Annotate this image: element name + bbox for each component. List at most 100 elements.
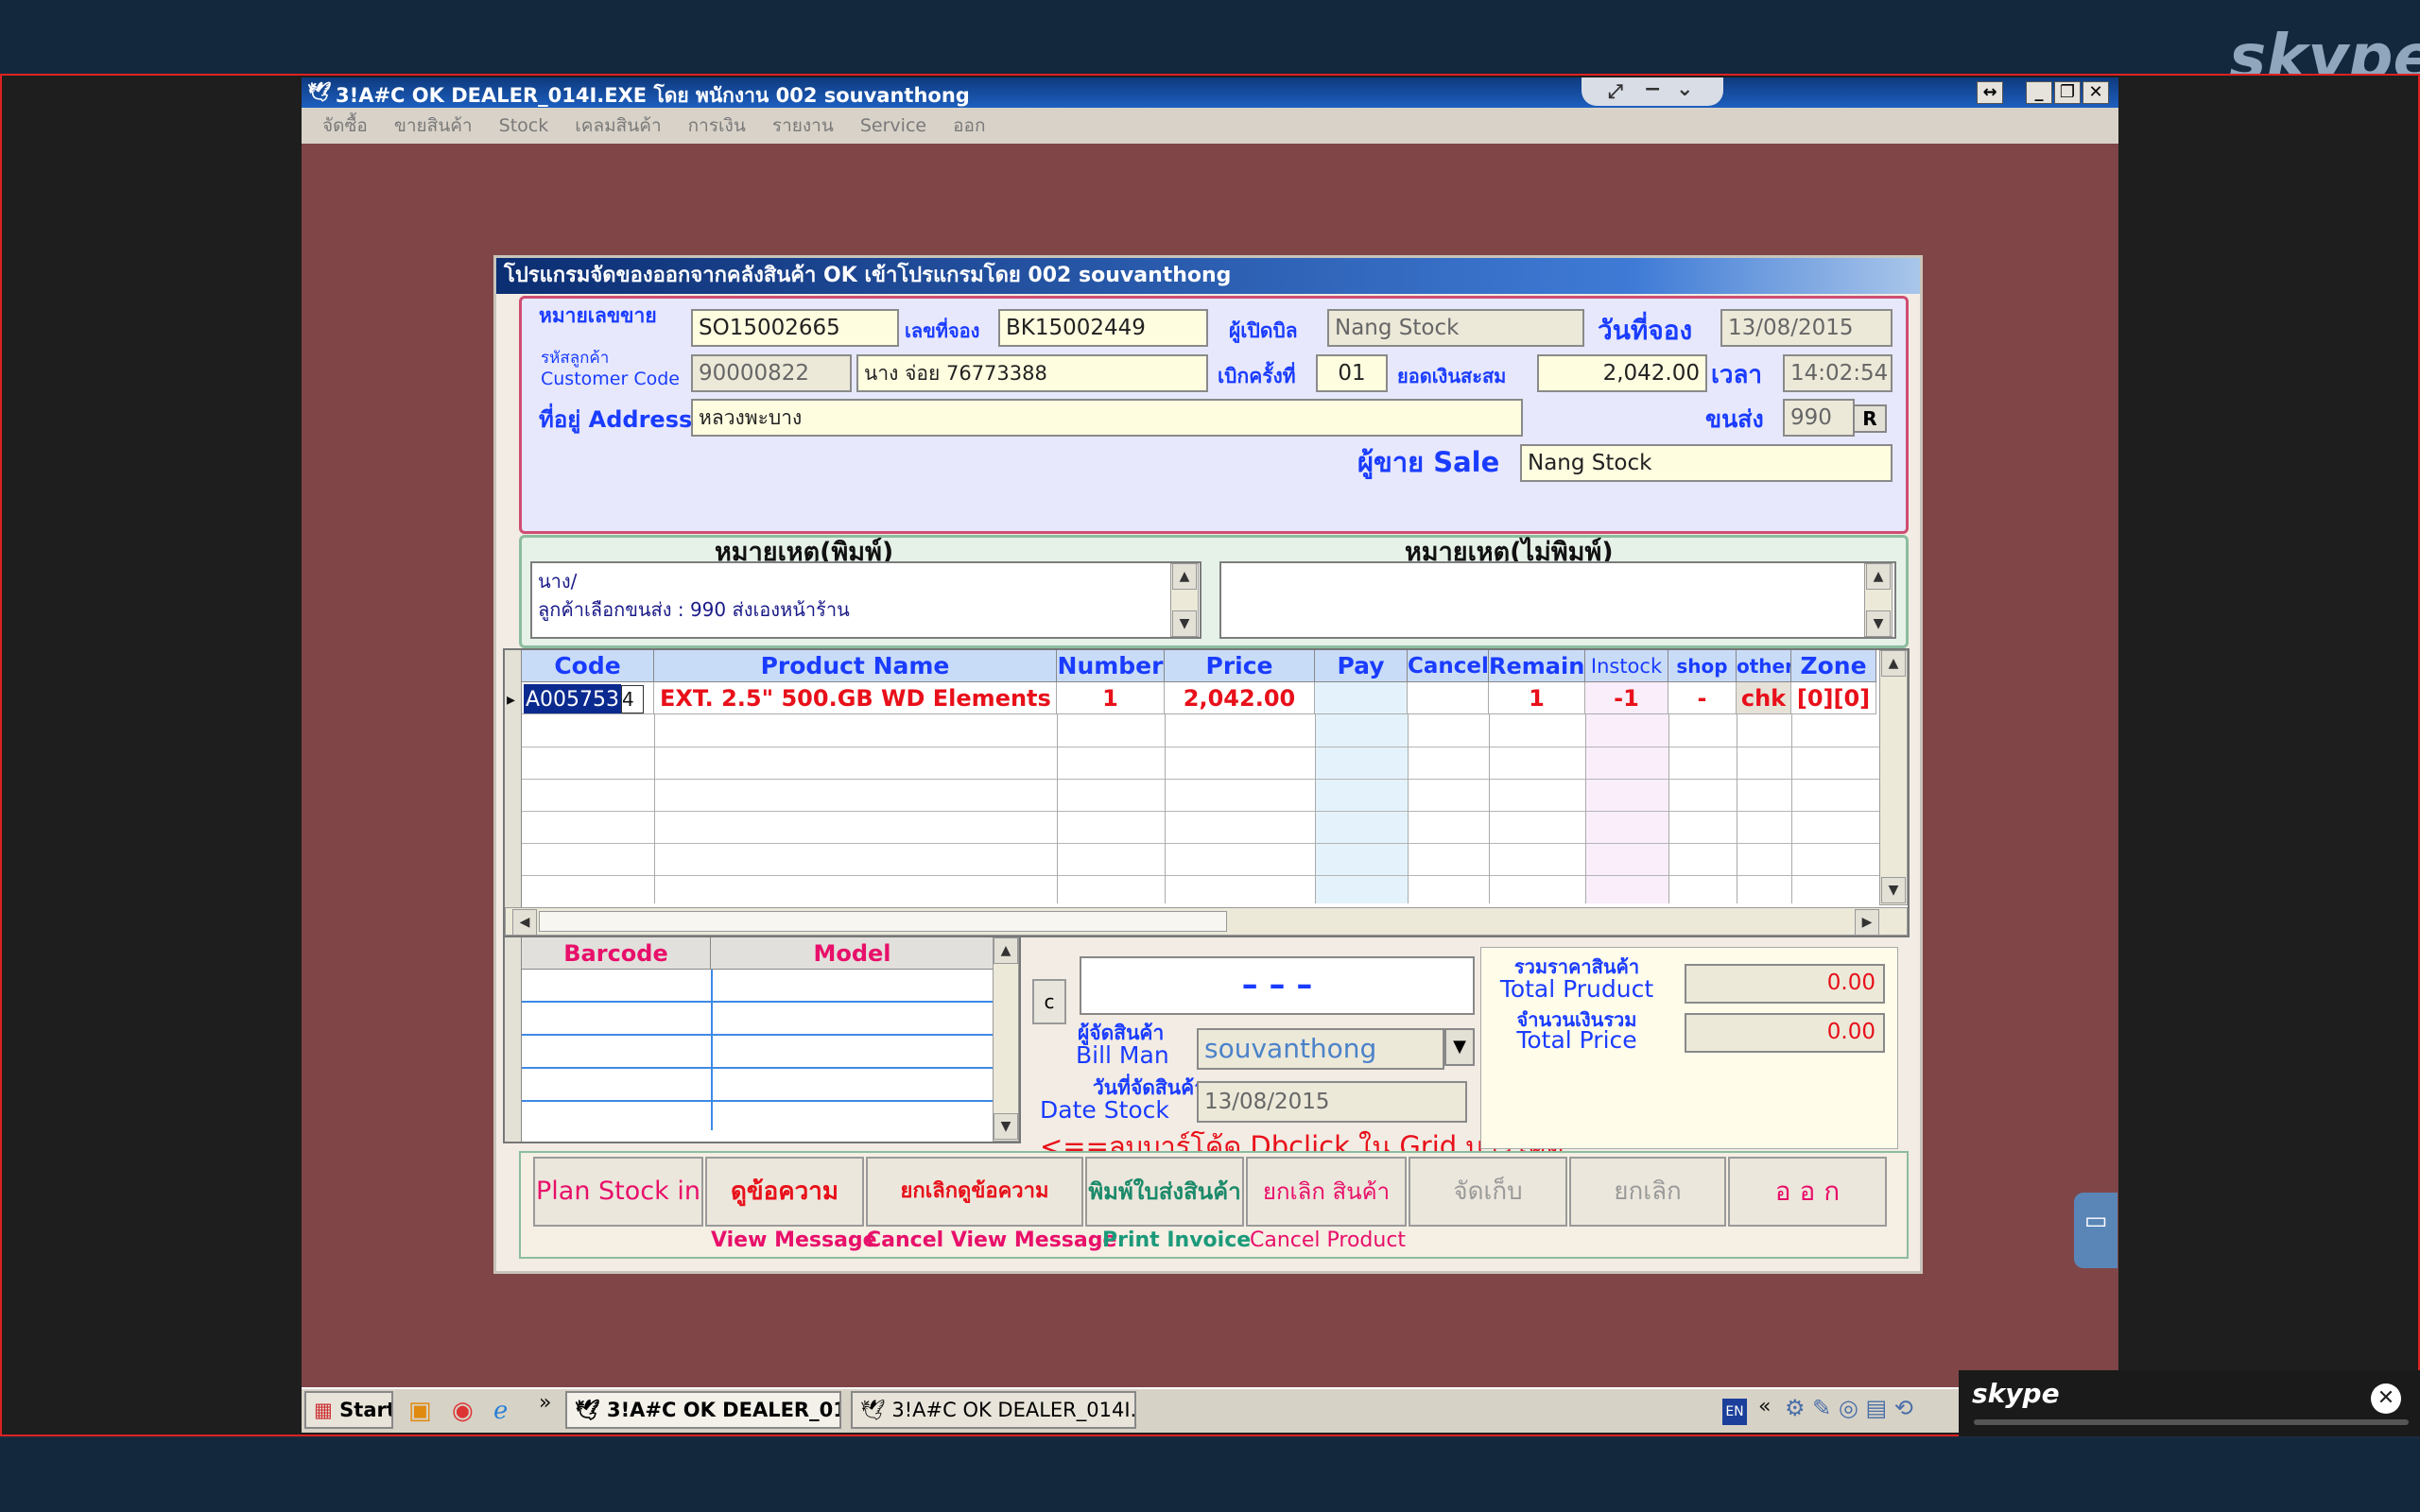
grid-col-line bbox=[1668, 714, 1669, 903]
menu-finance[interactable]: การเงิน bbox=[688, 108, 746, 144]
barcode-rows[interactable] bbox=[522, 970, 1000, 1130]
customer-code-field[interactable]: 90000822 bbox=[691, 354, 852, 392]
scroll-up-icon[interactable]: ▲ bbox=[1866, 563, 1891, 590]
scroll-left-icon[interactable]: ◀ bbox=[512, 909, 537, 936]
col-remain[interactable]: Remain bbox=[1489, 650, 1585, 682]
booking-no-field[interactable]: BK15002449 bbox=[998, 309, 1208, 347]
chevron-left-icon[interactable]: « bbox=[1758, 1395, 1771, 1418]
taskbar-item-dealer[interactable]: 🕊 3!A#C OK DEALER_014I... bbox=[851, 1391, 1136, 1429]
dropdown-arrow-icon[interactable]: ▼ bbox=[1444, 1028, 1475, 1066]
col-barcode[interactable]: Barcode bbox=[522, 937, 711, 970]
expand-icon[interactable]: ⤢ bbox=[1608, 79, 1623, 102]
cell-code-editor[interactable]: 4 bbox=[621, 685, 645, 713]
chevron-down-icon[interactable]: ⌄ bbox=[1676, 77, 1693, 101]
col-pay[interactable]: Pay bbox=[1315, 650, 1408, 682]
chat-widget-icon[interactable]: ▭ bbox=[2074, 1193, 2118, 1268]
taskbar-item-dealer-active[interactable]: 🕊 3!A#C OK DEALER_01... bbox=[565, 1391, 841, 1429]
scroll-up-icon[interactable]: ▲ bbox=[1881, 650, 1906, 677]
col-shop[interactable]: shop bbox=[1668, 650, 1737, 682]
scroll-right-icon[interactable]: ▶ bbox=[1855, 909, 1879, 936]
scroll-up-icon[interactable]: ▲ bbox=[994, 937, 1018, 964]
col-number[interactable]: Number bbox=[1057, 650, 1165, 682]
cell-instock[interactable]: -1 bbox=[1585, 682, 1668, 714]
close-icon[interactable]: ✕ bbox=[2371, 1383, 2401, 1414]
address-field[interactable]: หลวงพะบาง bbox=[691, 399, 1523, 437]
col-zone[interactable]: Zone bbox=[1791, 650, 1876, 682]
cell-product-name[interactable]: EXT. 2.5" 500.GB WD Elements bbox=[654, 682, 1057, 714]
opener-field[interactable]: Nang Stock bbox=[1327, 309, 1584, 347]
restore-arrows-icon[interactable]: ↔ bbox=[1977, 81, 2003, 104]
cell-code[interactable]: A005753 bbox=[524, 684, 622, 713]
tray-icons[interactable]: ⚙ ✎ ◎ ▤ ⟲ bbox=[1785, 1395, 1913, 1421]
scroll-down-icon[interactable]: ▼ bbox=[1866, 610, 1891, 637]
remark-noprint-memo[interactable] bbox=[1219, 561, 1896, 639]
grid-vertical-scrollbar[interactable] bbox=[1879, 650, 1908, 905]
cell-shop[interactable]: - bbox=[1668, 682, 1737, 714]
menu-exit[interactable]: ออก bbox=[953, 108, 985, 144]
store-button[interactable]: จัดเก็บ bbox=[1409, 1157, 1567, 1227]
cancel-button[interactable]: ยกเลิก bbox=[1569, 1157, 1726, 1227]
language-indicator[interactable]: EN bbox=[1722, 1399, 1747, 1425]
scroll-down-icon[interactable]: ▼ bbox=[994, 1113, 1018, 1140]
exit-button[interactable]: อ อ ก bbox=[1728, 1157, 1887, 1227]
scroll-thumb[interactable] bbox=[539, 911, 1227, 932]
remark-print-memo[interactable]: นาง/ ลูกค้าเลือกขนส่ง : 990 ส่งเองหน้าร้… bbox=[530, 561, 1201, 639]
total-price-field[interactable]: 0.00 bbox=[1685, 1013, 1885, 1053]
cell-number[interactable]: 1 bbox=[1057, 682, 1165, 714]
col-product-name[interactable]: Product Name bbox=[654, 650, 1057, 682]
cell-pay[interactable] bbox=[1315, 682, 1408, 714]
barcode-scrollbar[interactable] bbox=[993, 937, 1019, 1142]
minimize-remote-icon[interactable]: − bbox=[1644, 77, 1661, 101]
customer-name-field[interactable]: นาง จ่อย 76773388 bbox=[856, 354, 1208, 392]
menu-report[interactable]: รายงาน bbox=[772, 108, 834, 144]
col-code[interactable]: Code bbox=[522, 650, 654, 682]
col-cancel[interactable]: Cancel bbox=[1408, 650, 1489, 682]
chrome-icon[interactable]: ◉ bbox=[452, 1397, 474, 1425]
total-product-field[interactable]: 0.00 bbox=[1685, 964, 1885, 1004]
close-button[interactable]: ✕ bbox=[2083, 81, 2109, 104]
menu-purchase[interactable]: จัดซื้อ bbox=[322, 108, 368, 144]
sale-no-field[interactable]: SO15002665 bbox=[691, 309, 899, 347]
scroll-down-icon[interactable]: ▼ bbox=[1172, 610, 1197, 637]
plan-stock-in-button[interactable]: Plan Stock in bbox=[533, 1157, 703, 1227]
scroll-up-icon[interactable]: ▲ bbox=[1172, 563, 1197, 590]
ie-icon[interactable]: ℯ bbox=[493, 1397, 508, 1425]
menu-sales[interactable]: ขายสินค้า bbox=[394, 108, 473, 144]
cell-price[interactable]: 2,042.00 bbox=[1165, 682, 1315, 714]
barcode-scan-display[interactable]: – – – bbox=[1080, 956, 1475, 1015]
c-button[interactable]: c bbox=[1032, 979, 1066, 1024]
cancel-product-button[interactable]: ยกเลิก สินค้า bbox=[1246, 1157, 1407, 1227]
billman-select[interactable]: souvanthong bbox=[1197, 1028, 1444, 1070]
menu-service[interactable]: Service bbox=[860, 108, 926, 144]
sale-no-label: หมายเลขขาย bbox=[539, 304, 657, 327]
menu-stock[interactable]: Stock bbox=[499, 108, 549, 144]
print-invoice-button[interactable]: พิมพ์ใบส่งสินค้า bbox=[1085, 1157, 1244, 1227]
skype-mini-bar: skype ✕ bbox=[1959, 1370, 2420, 1436]
cell-zone[interactable]: [0][0] bbox=[1791, 682, 1876, 714]
col-model[interactable]: Model bbox=[711, 937, 994, 970]
maximize-button[interactable]: ❐ bbox=[2054, 81, 2081, 104]
minimize-button[interactable]: _ bbox=[2026, 81, 2052, 104]
col-price[interactable]: Price bbox=[1165, 650, 1315, 682]
menu-claim[interactable]: เคลมสินค้า bbox=[575, 108, 661, 144]
table-row[interactable]: A005753 4 bbox=[522, 682, 654, 714]
col-other[interactable]: other bbox=[1737, 650, 1791, 682]
view-message-button[interactable]: ดูข้อความ bbox=[705, 1157, 864, 1227]
bill-count-field[interactable]: 01 bbox=[1316, 354, 1388, 392]
folder-icon[interactable]: ▣ bbox=[408, 1397, 432, 1425]
cell-other-chk[interactable]: chk bbox=[1737, 682, 1791, 714]
chevron-right-icon[interactable]: » bbox=[539, 1391, 551, 1415]
scroll-down-icon[interactable]: ▼ bbox=[1881, 877, 1906, 903]
shipping-field[interactable]: 990 bbox=[1783, 399, 1855, 437]
start-button[interactable]: ▦ Start bbox=[304, 1391, 393, 1429]
datestock-field[interactable]: 13/08/2015 bbox=[1197, 1081, 1467, 1123]
cell-cancel[interactable] bbox=[1408, 682, 1489, 714]
sale-field[interactable]: Nang Stock bbox=[1520, 444, 1893, 482]
shipping-r-button[interactable]: R bbox=[1853, 404, 1887, 433]
booking-date-field[interactable]: 13/08/2015 bbox=[1720, 309, 1893, 347]
col-instock[interactable]: Instock bbox=[1585, 650, 1668, 682]
cell-remain[interactable]: 1 bbox=[1489, 682, 1585, 714]
time-field[interactable]: 14:02:54 bbox=[1783, 354, 1893, 392]
cancel-view-message-button[interactable]: ยกเลิกดูข้อความ bbox=[866, 1157, 1083, 1227]
balance-field[interactable]: 2,042.00 bbox=[1537, 354, 1707, 392]
